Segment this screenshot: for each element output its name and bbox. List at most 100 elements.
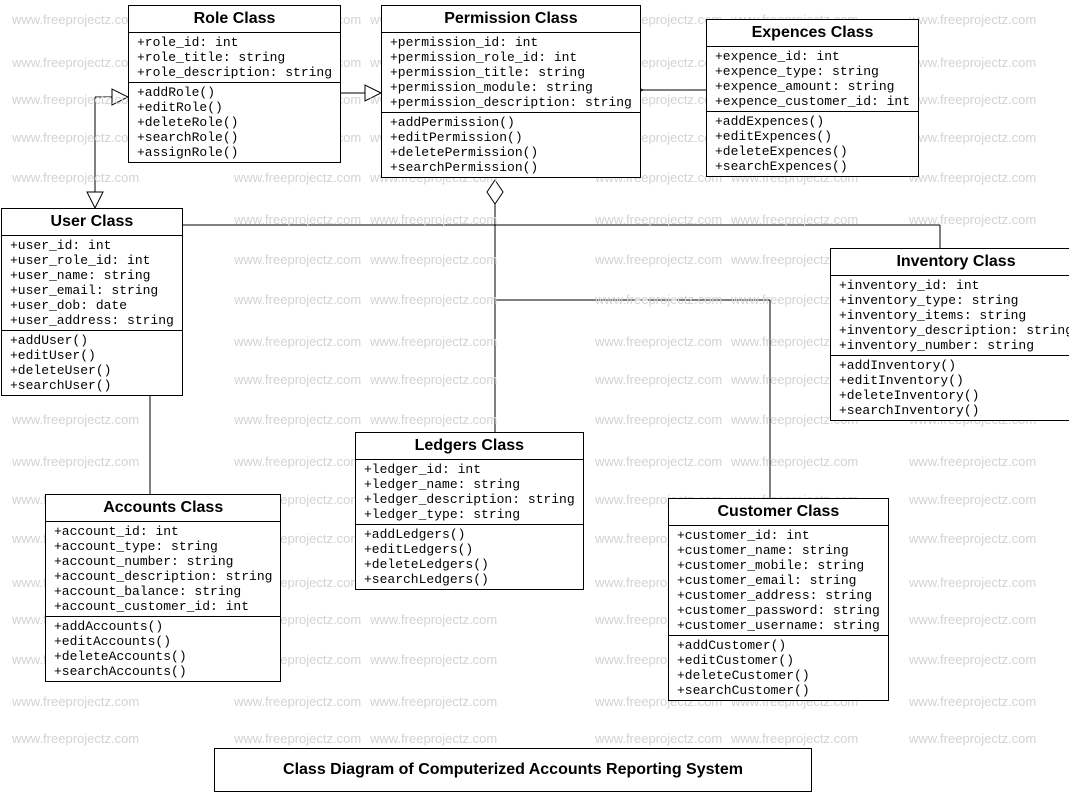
watermark-text: www.freeprojectz.com	[731, 731, 858, 746]
watermark-text: www.freeprojectz.com	[370, 212, 497, 227]
class-member: +addExpences()	[715, 114, 910, 129]
class-role: Role Class +role_id: int+role_title: str…	[128, 5, 341, 163]
watermark-text: www.freeprojectz.com	[909, 212, 1036, 227]
watermark-text: www.freeprojectz.com	[909, 12, 1036, 27]
class-member: +searchPermission()	[390, 160, 632, 175]
watermark-text: www.freeprojectz.com	[370, 292, 497, 307]
op-section: +addExpences()+editExpences()+deleteExpe…	[707, 112, 918, 176]
watermark-text: www.freeprojectz.com	[234, 372, 361, 387]
class-member: +user_email: string	[10, 283, 174, 298]
class-ledgers: Ledgers Class +ledger_id: int+ledger_nam…	[355, 432, 584, 590]
class-member: +assignRole()	[137, 145, 332, 160]
watermark-text: www.freeprojectz.com	[370, 731, 497, 746]
watermark-text: www.freeprojectz.com	[234, 334, 361, 349]
watermark-text: www.freeprojectz.com	[234, 694, 361, 709]
class-member: +addLedgers()	[364, 527, 575, 542]
watermark-text: www.freeprojectz.com	[234, 454, 361, 469]
class-member: +user_id: int	[10, 238, 174, 253]
class-member: +addPermission()	[390, 115, 632, 130]
class-title: User Class	[2, 209, 182, 236]
class-member: +deletePermission()	[390, 145, 632, 160]
class-title: Customer Class	[669, 499, 888, 526]
class-title: Accounts Class	[46, 495, 280, 522]
watermark-text: www.freeprojectz.com	[909, 170, 1036, 185]
class-member: +searchUser()	[10, 378, 174, 393]
class-member: +searchExpences()	[715, 159, 910, 174]
watermark-text: www.freeprojectz.com	[909, 531, 1036, 546]
class-title: Permission Class	[382, 6, 640, 33]
watermark-text: www.freeprojectz.com	[731, 454, 858, 469]
attr-section: +account_id: int+account_type: string+ac…	[46, 522, 280, 617]
class-expences: Expences Class +expence_id: int+expence_…	[706, 19, 919, 177]
op-section: +addPermission()+editPermission()+delete…	[382, 113, 640, 177]
watermark-text: www.freeprojectz.com	[909, 492, 1036, 507]
class-member: +customer_mobile: string	[677, 558, 880, 573]
class-member: +editCustomer()	[677, 653, 880, 668]
watermark-text: www.freeprojectz.com	[731, 212, 858, 227]
class-member: +expence_id: int	[715, 49, 910, 64]
class-member: +expence_type: string	[715, 64, 910, 79]
watermark-text: www.freeprojectz.com	[234, 412, 361, 427]
class-accounts: Accounts Class +account_id: int+account_…	[45, 494, 281, 682]
op-section: +addInventory()+editInventory()+deleteIn…	[831, 356, 1069, 420]
class-member: +customer_email: string	[677, 573, 880, 588]
watermark-text: www.freeprojectz.com	[12, 170, 139, 185]
watermark-text: www.freeprojectz.com	[909, 55, 1036, 70]
op-section: +addAccounts()+editAccounts()+deleteAcco…	[46, 617, 280, 681]
class-member: +permission_title: string	[390, 65, 632, 80]
attr-section: +role_id: int+role_title: string+role_de…	[129, 33, 340, 83]
class-member: +searchRole()	[137, 130, 332, 145]
class-member: +addUser()	[10, 333, 174, 348]
watermark-text: www.freeprojectz.com	[595, 454, 722, 469]
class-member: +deleteCustomer()	[677, 668, 880, 683]
class-member: +deleteAccounts()	[54, 649, 272, 664]
attr-section: +ledger_id: int+ledger_name: string+ledg…	[356, 460, 583, 525]
class-member: +permission_module: string	[390, 80, 632, 95]
class-member: +account_customer_id: int	[54, 599, 272, 614]
watermark-text: www.freeprojectz.com	[595, 372, 722, 387]
watermark-text: www.freeprojectz.com	[234, 170, 361, 185]
watermark-text: www.freeprojectz.com	[370, 334, 497, 349]
class-member: +deleteExpences()	[715, 144, 910, 159]
class-member: +permission_id: int	[390, 35, 632, 50]
watermark-text: www.freeprojectz.com	[370, 372, 497, 387]
class-member: +addAccounts()	[54, 619, 272, 634]
watermark-text: www.freeprojectz.com	[12, 92, 139, 107]
watermark-text: www.freeprojectz.com	[595, 334, 722, 349]
class-member: +expence_customer_id: int	[715, 94, 910, 109]
watermark-text: www.freeprojectz.com	[909, 694, 1036, 709]
watermark-text: www.freeprojectz.com	[595, 292, 722, 307]
class-member: +deleteUser()	[10, 363, 174, 378]
class-member: +editLedgers()	[364, 542, 575, 557]
class-member: +inventory_items: string	[839, 308, 1069, 323]
class-member: +customer_password: string	[677, 603, 880, 618]
class-member: +editRole()	[137, 100, 332, 115]
class-member: +role_description: string	[137, 65, 332, 80]
class-permission: Permission Class +permission_id: int+per…	[381, 5, 641, 178]
class-member: +user_role_id: int	[10, 253, 174, 268]
class-member: +customer_address: string	[677, 588, 880, 603]
watermark-text: www.freeprojectz.com	[370, 694, 497, 709]
diagram-canvas: www.freeprojectz.com www.freeprojectz.com…	[0, 0, 1069, 792]
class-member: +account_description: string	[54, 569, 272, 584]
watermark-text: www.freeprojectz.com	[909, 575, 1036, 590]
class-member: +role_id: int	[137, 35, 332, 50]
watermark-text: www.freeprojectz.com	[909, 612, 1036, 627]
class-member: +addRole()	[137, 85, 332, 100]
class-member: +ledger_id: int	[364, 462, 575, 477]
watermark-text: www.freeprojectz.com	[234, 731, 361, 746]
watermark-text: www.freeprojectz.com	[909, 731, 1036, 746]
watermark-text: www.freeprojectz.com	[909, 454, 1036, 469]
watermark-text: www.freeprojectz.com	[595, 412, 722, 427]
attr-section: +inventory_id: int+inventory_type: strin…	[831, 276, 1069, 356]
class-member: +editUser()	[10, 348, 174, 363]
class-member: +role_title: string	[137, 50, 332, 65]
class-member: +customer_username: string	[677, 618, 880, 633]
watermark-text: www.freeprojectz.com	[370, 612, 497, 627]
watermark-text: www.freeprojectz.com	[370, 252, 497, 267]
watermark-text: www.freeprojectz.com	[12, 55, 139, 70]
class-member: +user_address: string	[10, 313, 174, 328]
class-member: +ledger_description: string	[364, 492, 575, 507]
class-member: +account_number: string	[54, 554, 272, 569]
attr-section: +permission_id: int+permission_role_id: …	[382, 33, 640, 113]
